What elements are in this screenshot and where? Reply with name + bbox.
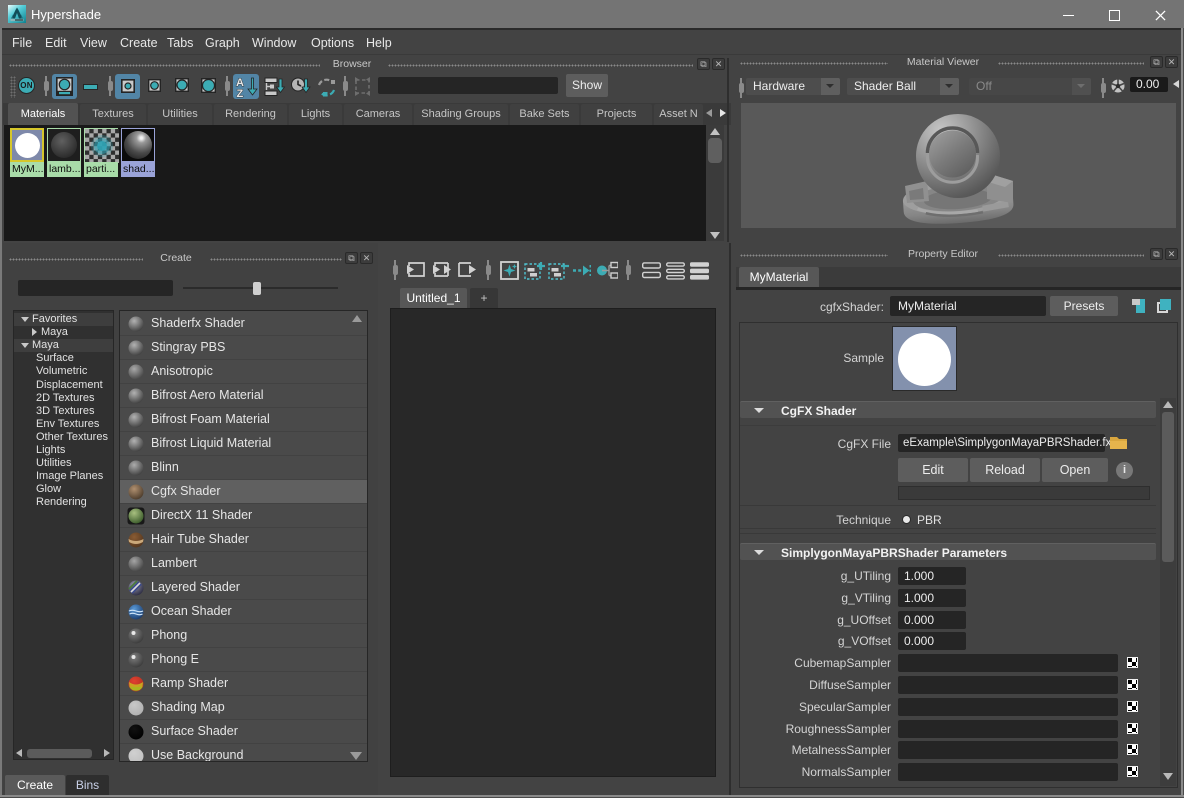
svg-text:Z: Z (237, 88, 244, 99)
